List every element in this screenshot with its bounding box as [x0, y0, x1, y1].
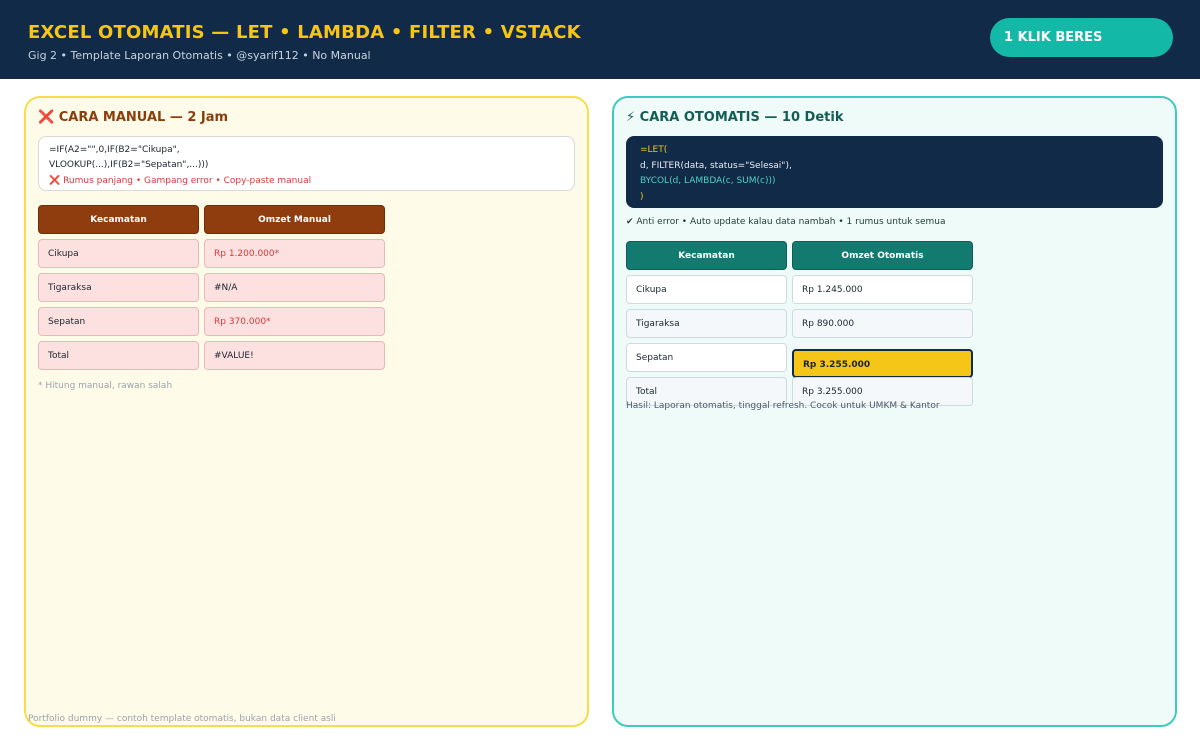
auto-formula-line: )	[640, 191, 644, 202]
manual-cell-omzet[interactable]: #VALUE!	[204, 341, 385, 370]
page-title: EXCEL OTOMATIS — LET • LAMBDA • FILTER •…	[28, 22, 581, 43]
footer-note: Portfolio dummy — contoh template otomat…	[28, 714, 336, 724]
manual-footnote: * Hitung manual, rawan salah	[38, 381, 173, 391]
auto-cell-kecamatan[interactable]: Cikupa	[626, 275, 787, 304]
auto-header-kecamatan: Kecamatan	[626, 241, 787, 270]
auto-cell-kecamatan[interactable]: Sepatan	[626, 343, 787, 372]
auto-header-omzet: Omzet Otomatis	[792, 241, 973, 270]
auto-cell-omzet-highlighted[interactable]: Rp 3.255.000	[792, 349, 973, 378]
auto-result-note: Hasil: Laporan otomatis, tinggal refresh…	[626, 401, 940, 411]
auto-formula-box: =LET( d, FILTER(data, status="Selesai"),…	[626, 136, 1163, 208]
manual-header-omzet: Omzet Manual	[204, 205, 385, 234]
auto-cell-omzet[interactable]: Rp 1.245.000	[792, 275, 973, 304]
manual-cell-kecamatan[interactable]: Sepatan	[38, 307, 199, 336]
manual-panel-title: ❌ CARA MANUAL — 2 Jam	[38, 110, 229, 125]
auto-formula-line: =LET(	[640, 145, 668, 155]
manual-cell-kecamatan[interactable]: Total	[38, 341, 199, 370]
manual-cell-omzet[interactable]: Rp 370.000*	[204, 307, 385, 336]
manual-cell-omzet[interactable]: #N/A	[204, 273, 385, 302]
auto-panel-title: ⚡ CARA OTOMATIS — 10 Detik	[626, 110, 844, 125]
auto-formula-line: d, FILTER(data, status="Selesai"),	[640, 160, 792, 171]
page-subtitle: Gig 2 • Template Laporan Otomatis • @sya…	[28, 49, 371, 62]
manual-warning: ❌ Rumus panjang • Gampang error • Copy-p…	[49, 176, 312, 186]
manual-cell-kecamatan[interactable]: Tigaraksa	[38, 273, 199, 302]
manual-formula-line: =IF(A2="",0,IF(B2="Cikupa",	[49, 145, 180, 155]
auto-cell-kecamatan[interactable]: Tigaraksa	[626, 309, 787, 338]
auto-formula-line: BYCOL(d, LAMBDA(c, SUM(c)))	[640, 176, 776, 186]
one-click-button[interactable]: 1 KLIK BERES	[990, 18, 1173, 57]
manual-header-kecamatan: Kecamatan	[38, 205, 199, 234]
manual-panel: ❌ CARA MANUAL — 2 Jam =IF(A2="",0,IF(B2=…	[24, 96, 589, 727]
manual-cell-omzet[interactable]: Rp 1.200.000*	[204, 239, 385, 268]
auto-panel: ⚡ CARA OTOMATIS — 10 Detik =LET( d, FILT…	[612, 96, 1177, 727]
top-banner: EXCEL OTOMATIS — LET • LAMBDA • FILTER •…	[0, 0, 1200, 79]
manual-cell-kecamatan[interactable]: Cikupa	[38, 239, 199, 268]
auto-features: ✔ Anti error • Auto update kalau data na…	[626, 217, 946, 227]
auto-cell-omzet[interactable]: Rp 890.000	[792, 309, 973, 338]
manual-formula-line: VLOOKUP(...),IF(B2="Sepatan",...)))	[49, 160, 209, 170]
manual-formula-box: =IF(A2="",0,IF(B2="Cikupa", VLOOKUP(...)…	[38, 136, 575, 191]
